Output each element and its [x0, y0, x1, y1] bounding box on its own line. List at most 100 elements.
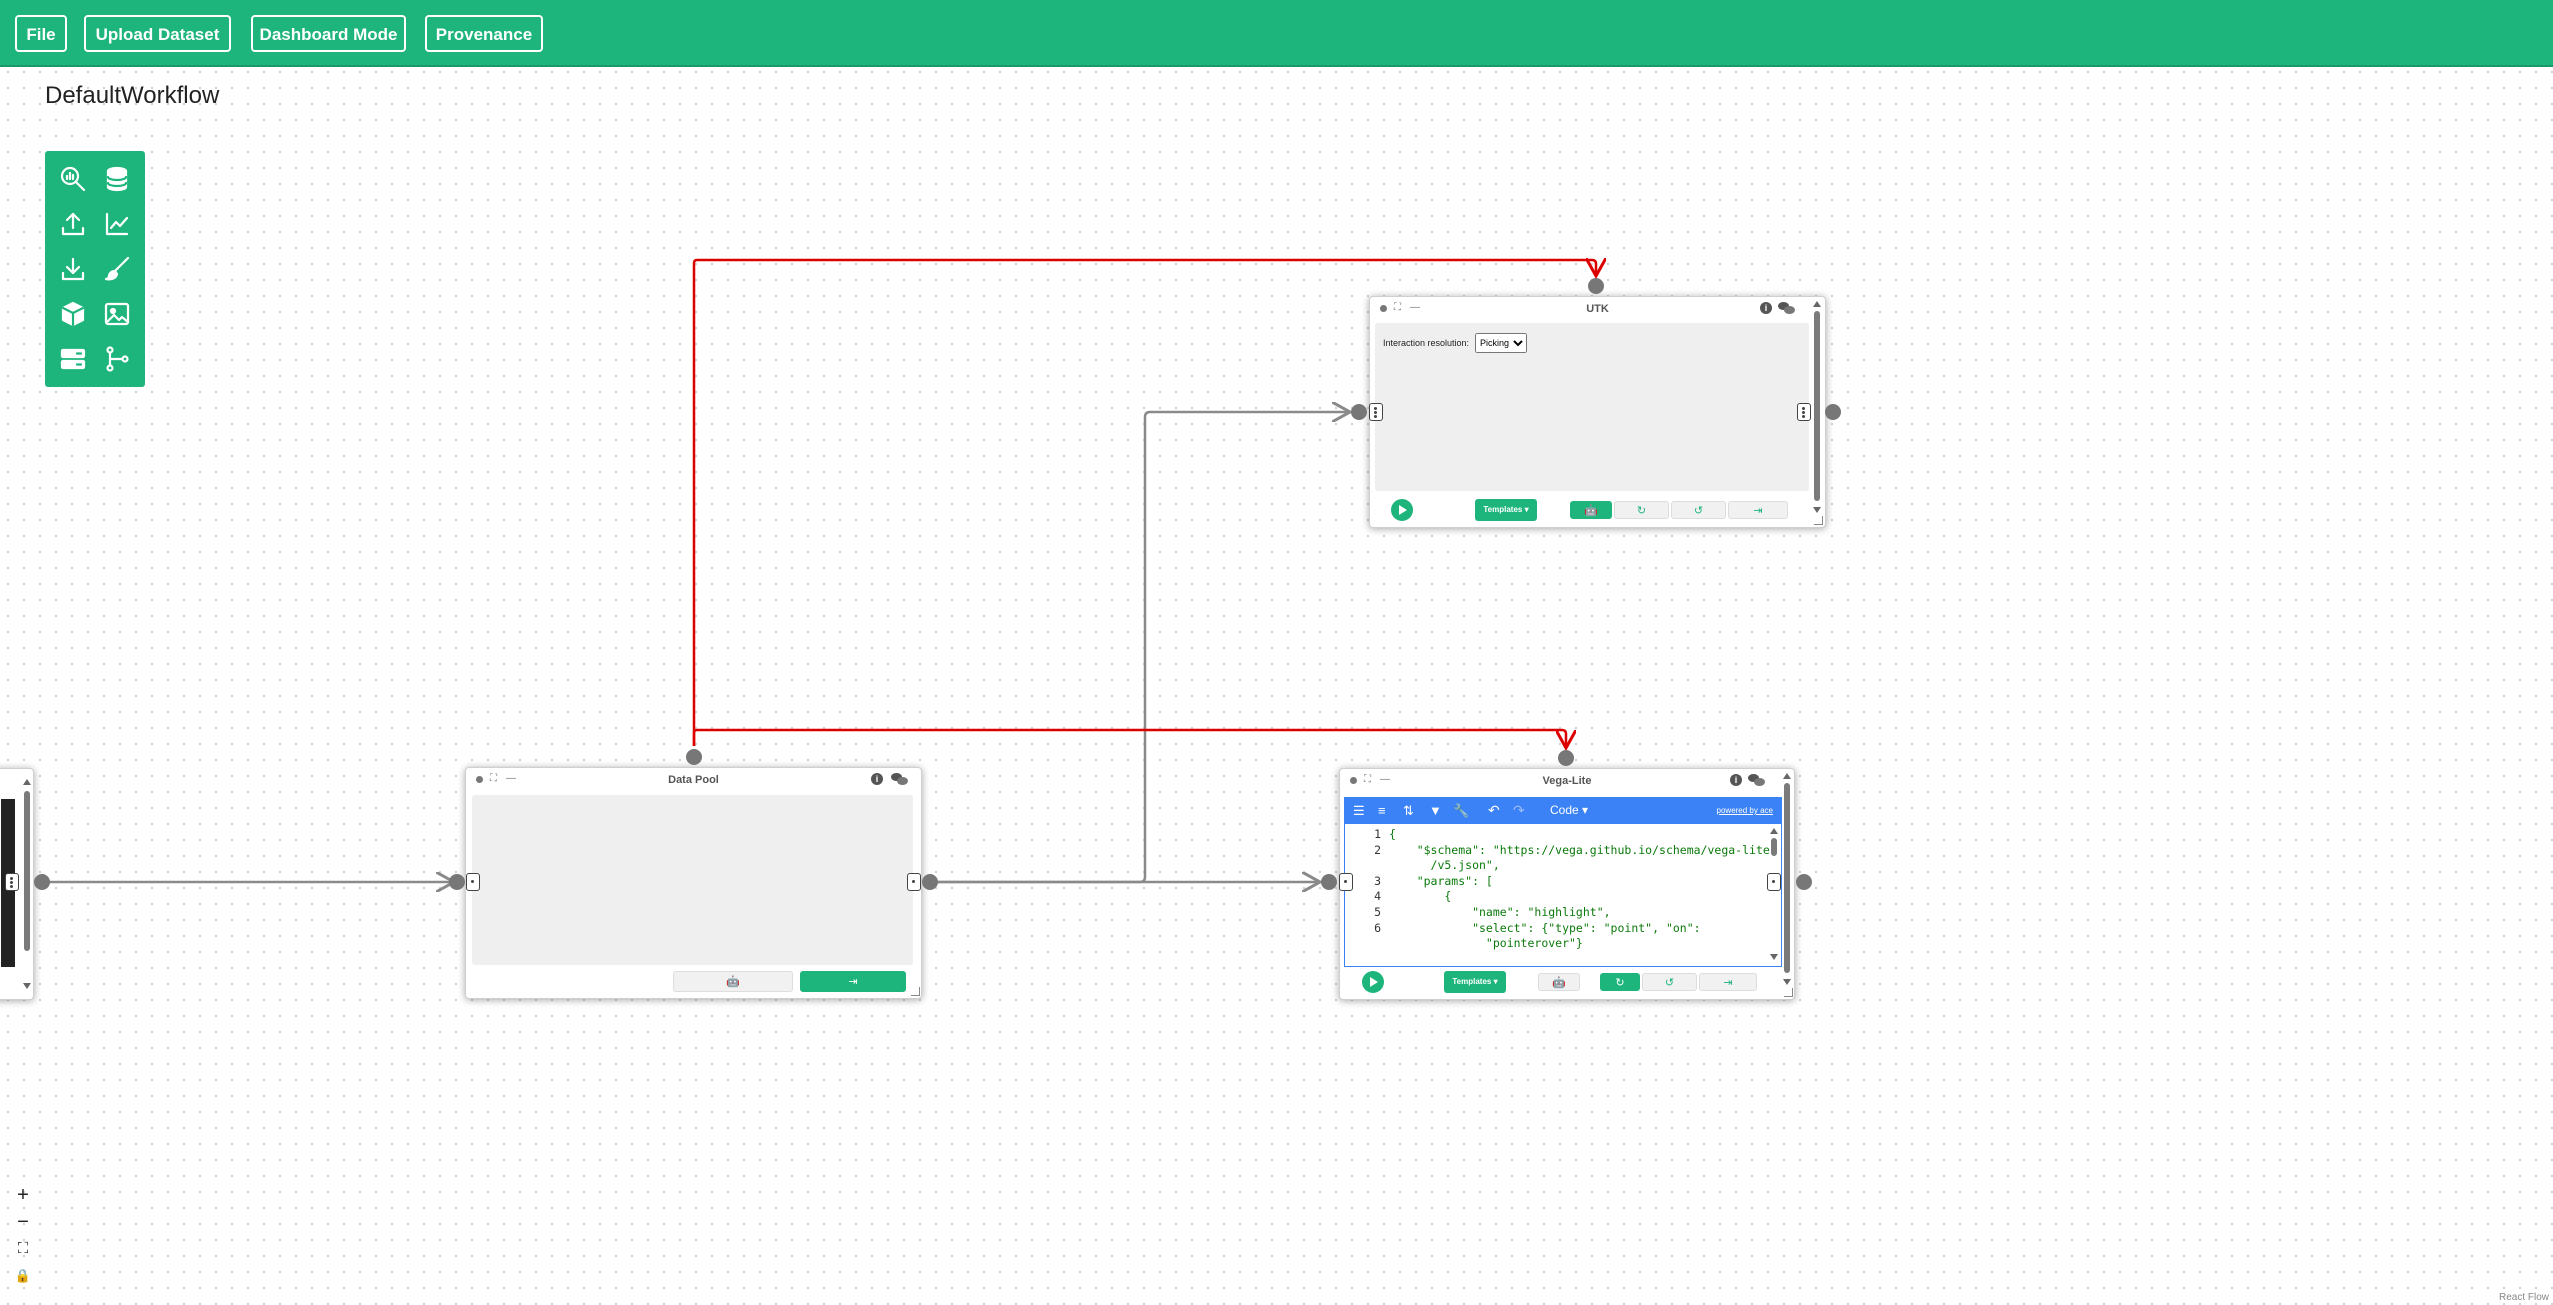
robot-icon[interactable]: 🤖	[673, 971, 793, 992]
templates-button[interactable]: Templates ▾	[1475, 499, 1537, 521]
code-line[interactable]: /v5.json",	[1345, 858, 1500, 874]
utk-output-handle[interactable]	[1825, 404, 1841, 420]
utk-input-handle[interactable]	[1351, 404, 1367, 420]
code-text: "params": [	[1389, 873, 1493, 888]
code-text: "select": {"type": "point", "on":	[1389, 920, 1701, 935]
edge-datapool-to-utk	[930, 412, 1350, 884]
datapool-interaction-handle[interactable]	[686, 749, 702, 765]
resize-handle[interactable]	[1814, 516, 1823, 525]
output-icon[interactable]: ⇥	[1699, 973, 1757, 991]
repair-icon[interactable]: 🔧	[1453, 803, 1469, 819]
computation-analysis-icon[interactable]	[57, 163, 89, 195]
vega-input-port[interactable]	[1339, 873, 1353, 891]
mode-dropdown[interactable]: Code ▾	[1550, 803, 1588, 817]
code-editor[interactable]: ☰ ≡ ⇅ ▼ 🔧 ↶ ↷ Code ▾ powered by ace 1{2 …	[1344, 797, 1782, 967]
datapool-output-port[interactable]	[907, 873, 921, 891]
info-icon[interactable]: i	[1730, 774, 1742, 786]
vega-output-handle[interactable]	[1796, 874, 1812, 890]
robot-icon[interactable]: 🤖	[1538, 973, 1580, 991]
code-area[interactable]: 1{2 "$schema": "https://vega.github.io/s…	[1345, 827, 1771, 964]
database-icon[interactable]	[101, 163, 133, 195]
robot-icon[interactable]: 🤖	[1570, 501, 1612, 519]
upload-icon[interactable]	[57, 208, 89, 240]
line-chart-icon[interactable]	[101, 208, 133, 240]
editor-scrollbar[interactable]	[1770, 828, 1778, 960]
file-menu-button[interactable]: File	[15, 15, 67, 52]
node-scrollbar[interactable]	[23, 779, 31, 989]
undo-icon[interactable]: ↶	[1488, 802, 1500, 819]
code-text: {	[1389, 889, 1452, 904]
code-line[interactable]: 5 "name": "highlight",	[1345, 905, 1611, 921]
refresh-icon[interactable]: ↻	[1600, 973, 1640, 991]
resize-handle[interactable]	[1784, 988, 1793, 997]
info-icon[interactable]: i	[871, 773, 883, 785]
image-icon[interactable]	[101, 298, 133, 330]
comments-icon[interactable]	[1778, 301, 1796, 315]
undo-icon[interactable]: ↺	[1642, 973, 1697, 991]
merge-flow-icon[interactable]	[101, 343, 133, 375]
node-title: Data Pool	[668, 774, 719, 786]
filter-icon[interactable]: ▼	[1429, 803, 1442, 818]
format-icon[interactable]: ☰	[1353, 803, 1365, 819]
cube-icon[interactable]	[57, 298, 89, 330]
zoom-out-button[interactable]: −	[10, 1209, 36, 1235]
fit-view-icon[interactable]: ⛶	[10, 1236, 36, 1262]
refresh-icon[interactable]: ↻	[1614, 501, 1669, 519]
utk-input-port[interactable]	[1369, 403, 1383, 421]
source-handle[interactable]	[34, 874, 50, 890]
vega-interaction-handle[interactable]	[1558, 750, 1574, 766]
server-icon[interactable]	[57, 343, 89, 375]
data-pool-node[interactable]: ⛶ — Data Pool i 🤖 ⇥	[465, 767, 922, 999]
redo-icon[interactable]: ↷	[1513, 802, 1525, 819]
resize-handle[interactable]	[911, 987, 920, 996]
node-scrollbar[interactable]	[1813, 301, 1821, 513]
workflow-title[interactable]: DefaultWorkflow	[45, 82, 219, 110]
line-number: 5	[1374, 905, 1381, 919]
line-number: 6	[1374, 920, 1381, 935]
workflow-edges	[42, 0, 2553, 1305]
utk-node[interactable]: ⛶ — UTK i Interaction resolution: Pickin…	[1369, 296, 1826, 528]
download-icon[interactable]	[57, 253, 89, 285]
react-flow-attribution[interactable]: React Flow	[2499, 1292, 2549, 1303]
output-icon[interactable]: ⇥	[800, 971, 906, 992]
upload-dataset-button[interactable]: Upload Dataset	[84, 15, 231, 52]
code-text: "$schema": "https://vega.github.io/schem…	[1389, 842, 1770, 857]
brush-icon[interactable]	[101, 253, 133, 285]
output-icon[interactable]: ⇥	[1728, 501, 1788, 519]
zoom-in-button[interactable]: +	[10, 1182, 36, 1208]
run-button[interactable]	[1391, 499, 1413, 521]
output-port[interactable]	[5, 873, 19, 891]
lock-icon[interactable]: 🔒	[10, 1263, 36, 1289]
undo-icon[interactable]: ↺	[1671, 501, 1726, 519]
data-pool-view-area[interactable]	[472, 795, 913, 965]
line-number: 4	[1374, 889, 1381, 904]
interaction-resolution-select[interactable]: Picking	[1475, 333, 1527, 353]
dashboard-mode-button[interactable]: Dashboard Mode	[251, 15, 406, 52]
info-icon[interactable]: i	[1760, 302, 1772, 314]
run-button[interactable]	[1362, 971, 1384, 993]
datapool-input-port[interactable]	[466, 873, 480, 891]
compact-icon[interactable]: ≡	[1378, 803, 1386, 818]
code-text: {	[1389, 827, 1396, 841]
sort-icon[interactable]: ⇅	[1403, 803, 1414, 819]
comments-icon[interactable]	[891, 772, 909, 786]
code-line[interactable]: 4 {	[1345, 889, 1451, 905]
comments-icon[interactable]	[1748, 773, 1766, 787]
code-line[interactable]: 1{	[1345, 827, 1396, 843]
datapool-input-handle[interactable]	[449, 874, 465, 890]
powered-by-link[interactable]: powered by ace	[1717, 806, 1773, 815]
vega-input-handle[interactable]	[1321, 874, 1337, 890]
utk-output-port[interactable]	[1797, 403, 1811, 421]
templates-button[interactable]: Templates ▾	[1444, 971, 1506, 993]
node-scrollbar[interactable]	[1783, 773, 1791, 985]
code-line[interactable]: 6 "select": {"type": "point", "on":	[1345, 921, 1701, 937]
code-line[interactable]: 2 "$schema": "https://vega.github.io/sch…	[1345, 843, 1770, 859]
datapool-output-handle[interactable]	[922, 874, 938, 890]
vega-lite-node[interactable]: ⛶ — Vega-Lite i ☰ ≡ ⇅ ▼ 🔧 ↶ ↷ Code ▾ pow…	[1339, 768, 1795, 1000]
code-line[interactable]: 3 "params": [	[1345, 874, 1493, 890]
utk-view-area[interactable]: Interaction resolution: Picking	[1375, 323, 1809, 491]
code-line[interactable]: "pointerover"}	[1345, 936, 1583, 952]
vega-output-port[interactable]	[1767, 873, 1781, 891]
utk-interaction-handle[interactable]	[1588, 278, 1604, 294]
provenance-button[interactable]: Provenance	[425, 15, 543, 52]
